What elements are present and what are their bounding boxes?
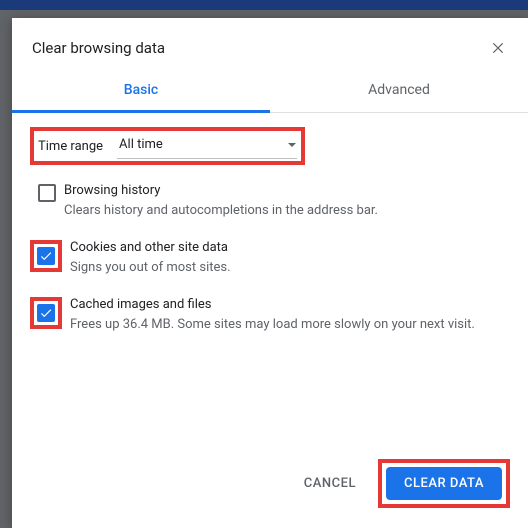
- tabs: Basic Advanced: [12, 70, 528, 113]
- close-button[interactable]: [488, 38, 508, 58]
- check-icon: [39, 306, 53, 320]
- option-title: Cached images and files: [70, 297, 510, 312]
- dialog-footer: CANCEL CLEAR DATA: [12, 445, 528, 528]
- option-title: Cookies and other site data: [70, 240, 510, 255]
- option-cookies: Cookies and other site data Signs you ou…: [30, 240, 510, 277]
- tab-advanced[interactable]: Advanced: [270, 70, 528, 112]
- option-desc: Frees up 36.4 MB. Some sites may load mo…: [70, 316, 510, 334]
- cancel-button[interactable]: CANCEL: [292, 468, 368, 499]
- close-icon: [491, 41, 505, 55]
- dialog-title: Clear browsing data: [32, 39, 488, 57]
- time-range-row: Time range All time: [30, 127, 305, 165]
- checkbox-cached[interactable]: [37, 304, 55, 322]
- option-cached: Cached images and files Frees up 36.4 MB…: [30, 297, 510, 334]
- time-range-label: Time range: [38, 139, 103, 154]
- time-range-value: All time: [119, 137, 287, 152]
- option-browsing-history: Browsing history Clears history and auto…: [30, 183, 510, 220]
- clear-browsing-data-dialog: Clear browsing data Basic Advanced Time …: [12, 18, 528, 528]
- clear-data-button[interactable]: CLEAR DATA: [386, 467, 502, 500]
- check-icon: [39, 249, 53, 263]
- option-desc: Signs you out of most sites.: [70, 259, 510, 277]
- time-range-select[interactable]: All time: [117, 133, 297, 159]
- dropdown-arrow-icon: [287, 135, 297, 154]
- option-desc: Clears history and autocompletions in th…: [64, 202, 510, 220]
- option-title: Browsing history: [64, 183, 510, 198]
- tab-basic[interactable]: Basic: [12, 70, 270, 112]
- checkbox-cookies[interactable]: [37, 247, 55, 265]
- checkbox-browsing-history[interactable]: [38, 184, 56, 202]
